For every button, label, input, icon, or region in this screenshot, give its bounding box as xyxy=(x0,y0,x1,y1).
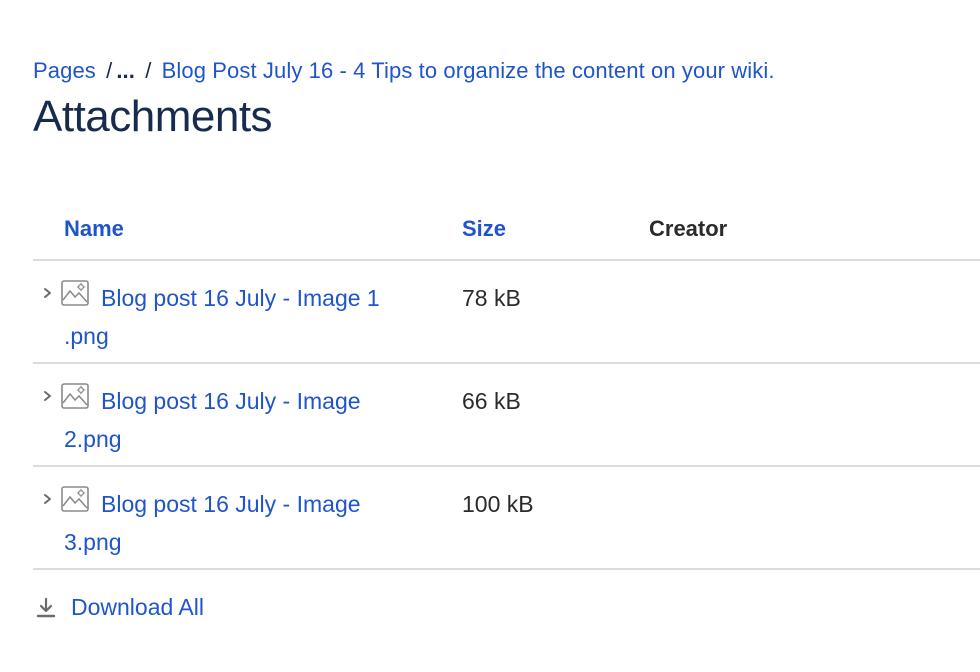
attachment-file-size: 100 kB xyxy=(462,491,534,517)
chevron-right-icon[interactable] xyxy=(40,489,56,509)
download-all-label: Download All xyxy=(71,594,204,620)
download-all-button[interactable]: Download All xyxy=(35,594,204,621)
chevron-right-icon[interactable] xyxy=(40,283,56,303)
attachment-file-link[interactable]: Blog post 16 July - Image 2.png xyxy=(64,382,424,458)
table-row: Blog post 16 July - Image 3.png 100 kB xyxy=(33,467,980,570)
breadcrumb-pages-link[interactable]: Pages xyxy=(33,58,96,83)
attachment-file-size: 78 kB xyxy=(462,285,521,311)
column-header-creator: Creator xyxy=(649,216,728,241)
table-row: Blog post 16 July - Image 2.png 66 kB xyxy=(33,364,980,467)
table-row: Blog post 16 July - Image 1 .png 78 kB xyxy=(33,261,980,364)
attachments-page: Pages /... / Blog Post July 16 - 4 Tips … xyxy=(0,0,980,672)
breadcrumb-separator: / xyxy=(106,58,113,83)
column-header-size[interactable]: Size xyxy=(462,216,506,242)
breadcrumb-ellipsis[interactable]: ... xyxy=(116,58,135,83)
download-icon xyxy=(36,597,56,617)
attachment-file-link[interactable]: Blog post 16 July - Image 1 .png xyxy=(64,279,424,355)
attachment-file-size: 66 kB xyxy=(462,388,521,414)
column-header-name[interactable]: Name xyxy=(64,216,124,242)
attachments-table: Name Size Creator Blog post 16 July - Im… xyxy=(33,206,980,570)
breadcrumb: Pages /... / Blog Post July 16 - 4 Tips … xyxy=(33,58,775,84)
table-header: Name Size Creator xyxy=(33,206,980,261)
breadcrumb-current-page-link[interactable]: Blog Post July 16 - 4 Tips to organize t… xyxy=(162,58,775,83)
page-title: Attachments xyxy=(33,92,273,141)
breadcrumb-separator: / xyxy=(145,58,152,83)
attachment-file-link[interactable]: Blog post 16 July - Image 3.png xyxy=(64,485,424,561)
chevron-right-icon[interactable] xyxy=(40,386,56,406)
